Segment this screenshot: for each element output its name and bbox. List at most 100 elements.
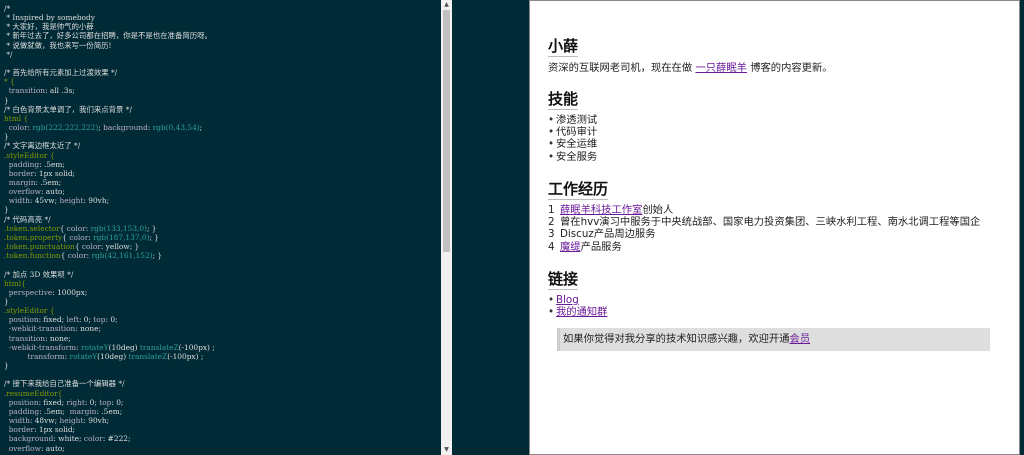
code-token: ; }	[146, 223, 157, 233]
code-token: /*	[4, 4, 11, 13]
links-section: 链接 Blog 我的通知群	[548, 270, 607, 319]
work-list: 1 薛眠羊科技工作室创始人 2 曾在hvv演习中服务于中央统战部、国家电力投资集团、…	[548, 204, 980, 253]
code-line: * Inspired by somebody	[4, 13, 440, 22]
code-line: width: 45vw; height: 90vh;	[4, 196, 440, 205]
code-token: height	[59, 196, 84, 206]
list-item: 安全运维	[548, 138, 597, 150]
code-token: rgb(42,161,152)	[91, 251, 153, 261]
code-token: transition	[4, 333, 46, 343]
list-item: 1 薛眠羊科技工作室创始人	[548, 204, 980, 216]
code-token: ; }	[149, 232, 160, 242]
code-line: /* 加点 3D 效果呗 */	[4, 270, 440, 279]
code-token: : 1px solid;	[34, 168, 76, 178]
code-line: .styleEditor {	[4, 151, 440, 160]
code-line: }	[4, 132, 440, 141]
scroll-thumb[interactable]	[443, 10, 450, 252]
work-title: 工作经历	[548, 180, 609, 200]
code-token: top	[93, 315, 106, 325]
quote-text: 如果你觉得对我分享的技术知识感兴趣，欢迎开通	[563, 333, 790, 345]
code-token: * 大家好，我是帅气的小薛	[4, 22, 94, 32]
code-token: : auto;	[40, 443, 65, 453]
code-line: transition: none;	[4, 334, 440, 343]
skills-section: 技能 渗透测试 代码审计 安全运维 安全服务	[548, 90, 597, 163]
intro-text: 资深的互联网老司机，现在在做 一只薛眠羊 博客的内容更新。	[548, 61, 833, 75]
notify-group-link[interactable]: 我的通知群	[556, 306, 607, 318]
list-item: 4 魔缇产品服务	[548, 241, 980, 253]
code-token: }	[4, 132, 9, 142]
editor-scrollbar[interactable]: ▲ ▼	[441, 0, 452, 455]
code-token: {	[60, 251, 68, 261]
membership-link[interactable]: 会员	[790, 333, 811, 345]
code-line: /* 首先给所有元素加上过渡效果 */	[4, 68, 440, 77]
code-line: margin: .5em;	[4, 178, 440, 187]
studio-link[interactable]: 薛眠羊科技工作室	[560, 204, 642, 216]
code-token: rgb(222,222,222)	[32, 123, 99, 133]
code-token: width	[4, 416, 30, 426]
list-item: 安全服务	[548, 151, 597, 163]
intro-pre: 资深的互联网老司机，现在在做	[548, 62, 696, 74]
code-line: border: 1px solid;	[4, 425, 440, 434]
code-line: perspective: 1000px;	[4, 288, 440, 297]
code-token: background	[103, 123, 148, 133]
code-token: ; }	[152, 251, 163, 261]
code-line: /*	[4, 4, 440, 13]
code-line: -webkit-transition: none;	[4, 324, 440, 333]
code-line: * 新年过去了，好多公司都在招聘，你是不是也在准备简历呀。	[4, 31, 440, 40]
code-line: }	[4, 205, 440, 214]
skills-title: 技能	[548, 90, 579, 110]
code-line: background: white; color: #222;	[4, 434, 440, 443]
code-token: right	[66, 397, 85, 407]
code-token: ;	[199, 123, 203, 133]
blog-name-link[interactable]: 一只薛眠羊	[695, 62, 746, 74]
scroll-up-icon[interactable]: ▲	[441, 0, 452, 10]
code-line: .token.property{ color: rgb(187,137,0); …	[4, 233, 440, 242]
code-token: color	[69, 232, 89, 242]
code-token: border	[4, 425, 35, 435]
code-line: color: rgb(222,222,222); background: rgb…	[4, 123, 440, 132]
code-token: width	[4, 196, 30, 206]
code-token: */	[4, 49, 13, 59]
code-line: overflow: auto;	[4, 444, 440, 453]
code-token: .token.function	[4, 251, 61, 261]
code-view[interactable]: /* * Inspired by somebody * 大家好，我是帅气的小薛 …	[0, 0, 440, 455]
code-line: transform: rotateY(10deg) translateZ(-10…	[4, 352, 440, 361]
code-token: padding	[4, 159, 40, 169]
code-line: padding: .5em;	[4, 160, 440, 169]
style-editor[interactable]: /* * Inspired by somebody * 大家好，我是帅气的小薛 …	[0, 0, 452, 455]
code-token: rgb(0,43,54)	[152, 123, 200, 133]
list-item: 渗透测试	[548, 114, 597, 126]
code-token: background	[4, 434, 54, 444]
membership-quote: 如果你觉得对我分享的技术知识感兴趣，欢迎开通会员	[557, 328, 990, 351]
blog-link[interactable]: Blog	[556, 294, 579, 306]
moti-link[interactable]: 魔缇	[560, 241, 581, 253]
code-token: : 1px solid;	[34, 425, 76, 435]
intro-title: 小薛	[548, 37, 579, 57]
code-token: color	[81, 242, 101, 252]
code-line: width: 48vw; height: 90vh;	[4, 416, 440, 425]
code-line: /* 白色背景太单调了，我们来点背景 */	[4, 105, 440, 114]
code-token: -webkit-transform	[4, 342, 77, 352]
code-token: : 0;	[78, 315, 94, 325]
code-token: * {	[4, 77, 15, 87]
code-token: color	[66, 223, 86, 233]
item-number: 4	[548, 240, 555, 253]
code-token: : yellow; }	[100, 242, 140, 252]
code-token: }	[4, 297, 9, 306]
scroll-down-icon[interactable]: ▼	[441, 445, 452, 455]
code-token: /* 接下来我给自己准备一个编辑器 */	[4, 379, 125, 389]
item-text: 创始人	[642, 204, 674, 216]
code-token: padding	[4, 406, 40, 416]
code-token: : 0;	[111, 397, 124, 407]
item-text: 产品服务	[580, 240, 622, 253]
skills-list: 渗透测试 代码审计 安全运维 安全服务	[548, 114, 597, 163]
list-item: 我的通知群	[548, 306, 607, 318]
resume-editor[interactable]: 小薛 资深的互联网老司机，现在在做 一只薛眠羊 博客的内容更新。 技能 渗透测试…	[529, 0, 1020, 455]
code-line: transition: all .3s;	[4, 86, 440, 95]
code-line: * {	[4, 77, 440, 86]
code-token: rgb(133,153,0)	[90, 223, 147, 233]
code-token: }	[4, 361, 9, 371]
code-token: translateZ	[128, 351, 168, 361]
code-token: }	[4, 95, 9, 105]
